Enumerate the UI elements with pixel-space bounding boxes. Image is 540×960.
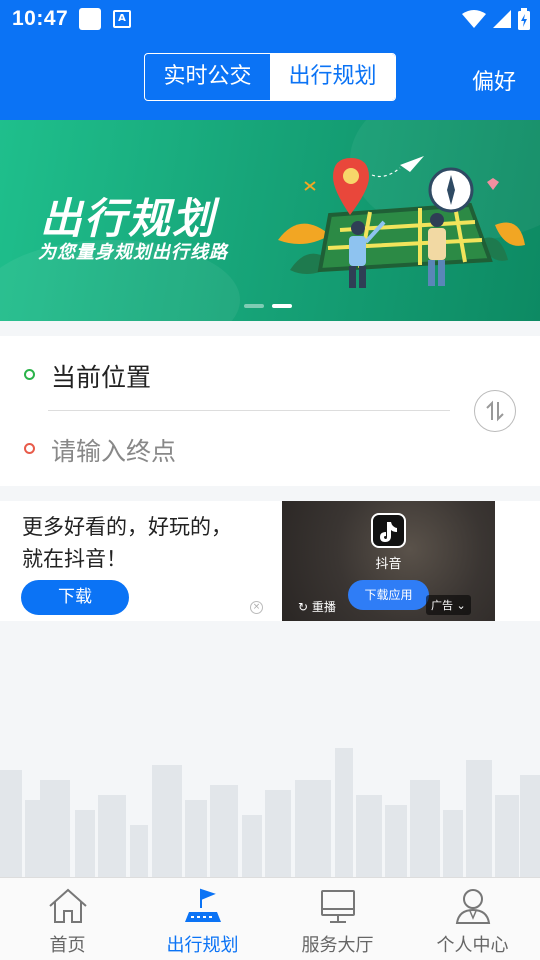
- banner-title: 出行规划: [40, 194, 217, 243]
- user-icon: [455, 889, 490, 924]
- ad-label-badge[interactable]: 广告 ⌄: [426, 595, 471, 615]
- ad-close-icon[interactable]: ×: [250, 601, 263, 614]
- ad-download-button[interactable]: 下载: [21, 580, 129, 615]
- end-point-icon: [24, 443, 35, 454]
- ad-app-download-button[interactable]: 下载应用: [348, 580, 429, 610]
- ad-line-1: 更多好看的，好玩的，: [22, 515, 232, 539]
- banner-subtitle: 为您量身规划出行线路: [38, 242, 228, 263]
- pager-dot-active: [272, 304, 292, 308]
- chevron-down-icon: ⌄: [456, 599, 466, 612]
- ad-copy: 更多好看的，好玩的， 就在抖音！: [22, 511, 262, 575]
- status-bar: 10:47 A: [0, 0, 540, 38]
- pager-dot: [244, 304, 264, 308]
- route-divider: [48, 410, 450, 411]
- signal-icon: [493, 10, 511, 28]
- home-icon: [48, 888, 87, 923]
- destination-input[interactable]: 请输入终点: [51, 432, 176, 468]
- ad-banner[interactable]: 更多好看的，好玩的， 就在抖音！ 下载 × 抖音 下载应用 ↻ 重播 广告 ⌄: [0, 501, 540, 621]
- tab-service-hall[interactable]: 服务大厅: [270, 878, 405, 960]
- replay-icon: ↻: [298, 600, 309, 614]
- banner-pager: [244, 304, 292, 308]
- app-header: 10:47 A 实时公交 出行规划 偏好: [0, 0, 540, 120]
- bottom-tab-bar: 首页 出行规划 服务大厅 个人中心: [0, 877, 540, 960]
- tab-trip-planning-label: 出行规划: [166, 935, 239, 956]
- mode-segmented-control: 实时公交 出行规划: [144, 53, 396, 101]
- tab-realtime-bus[interactable]: 实时公交: [145, 54, 270, 100]
- tab-profile[interactable]: 个人中心: [405, 878, 540, 960]
- douyin-logo-icon: [371, 513, 406, 548]
- start-location-field[interactable]: 当前位置: [51, 358, 151, 394]
- font-a-icon: A: [113, 10, 131, 28]
- city-skyline-decoration: [0, 748, 540, 880]
- monitor-icon: [320, 890, 355, 923]
- status-time: 10:47: [12, 7, 69, 30]
- ad-line-2: 就在抖音！: [22, 547, 127, 571]
- tab-profile-label: 个人中心: [436, 935, 509, 956]
- swap-arrows-icon: [486, 400, 504, 422]
- tab-home-label: 首页: [49, 935, 86, 956]
- replay-button[interactable]: ↻ 重播: [298, 598, 336, 615]
- battery-charging-icon: [518, 8, 530, 30]
- preference-button[interactable]: 偏好: [472, 64, 516, 96]
- status-icons: [462, 8, 530, 30]
- tab-home[interactable]: 首页: [0, 878, 135, 960]
- route-card: 当前位置 请输入终点: [0, 336, 540, 486]
- route-flag-icon: [184, 888, 221, 922]
- notification-square-icon: [79, 8, 101, 30]
- ad-app-name: 抖音: [375, 557, 402, 572]
- start-point-icon: [24, 369, 35, 380]
- replay-label: 重播: [311, 600, 336, 614]
- tab-service-hall-label: 服务大厅: [301, 935, 374, 956]
- tab-trip-planning[interactable]: 出行规划: [270, 54, 395, 100]
- ad-video[interactable]: 抖音 下载应用 ↻ 重播 广告 ⌄: [282, 501, 495, 621]
- promo-banner[interactable]: 出行规划 为您量身规划出行线路: [0, 120, 540, 321]
- ad-label: 广告: [431, 599, 453, 612]
- tab-trip-planning-nav[interactable]: 出行规划: [135, 878, 270, 960]
- swap-button[interactable]: [474, 390, 516, 432]
- wifi-icon: [462, 10, 486, 28]
